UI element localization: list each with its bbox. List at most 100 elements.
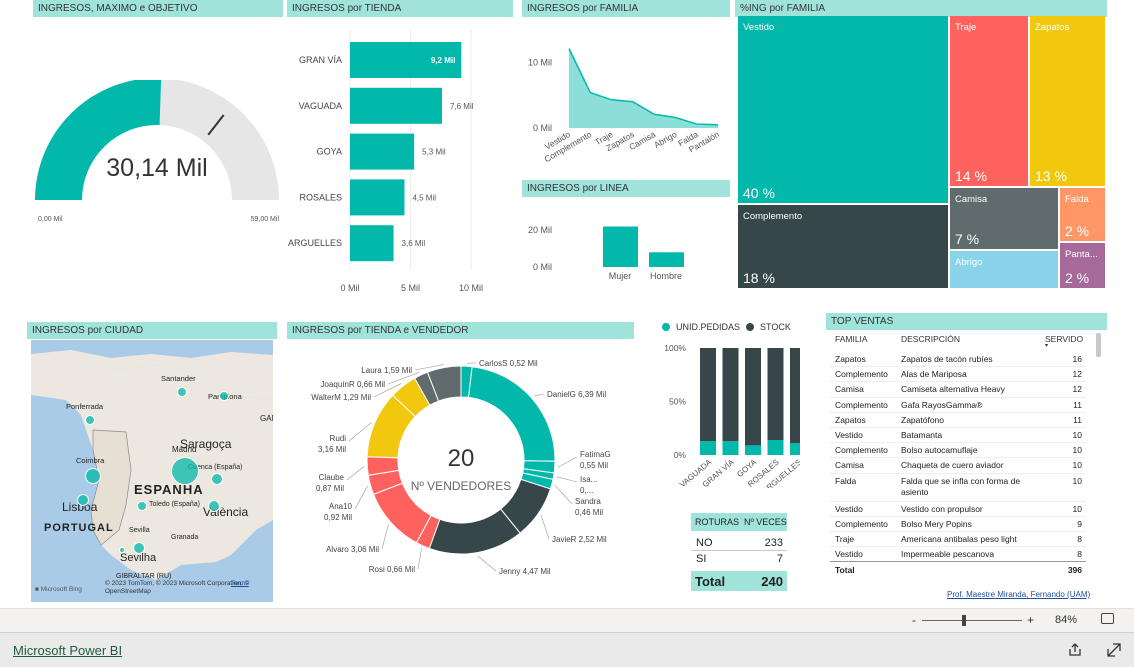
table-row[interactable]: Complemento Alas de Mariposa 12 (830, 367, 1086, 383)
table-cell: Complemento (835, 445, 888, 456)
treemap-tile[interactable]: Camisa 7 % (950, 188, 1058, 249)
donut-leader-line (417, 548, 422, 570)
table-row[interactable]: Falda Falda que se infla con forma de asi… (830, 474, 1086, 502)
stacked-column-chart[interactable]: 0%50%100%VAGUADAGRAN VÍA GOYAROSALESARGUE… (660, 338, 800, 488)
table-row[interactable]: Vestido Vestido con propulsor 10 (830, 502, 1086, 517)
bar (603, 226, 638, 267)
map-bubble[interactable] (85, 415, 95, 425)
table-cell: 10 (1072, 475, 1082, 486)
col-familia[interactable]: FAMILIA (835, 334, 868, 344)
treemap-tile[interactable]: Abrigo (950, 251, 1058, 288)
familia-area-chart[interactable]: 10 Mil0 MilVestidoComplemento TrajeZapato… (522, 22, 732, 177)
map-bubble[interactable] (133, 542, 145, 554)
treemap-tile[interactable]: Vestido 40 % (738, 16, 948, 203)
roturas-row: NO 233 (691, 537, 787, 551)
x-tick-label: 10 Mil (459, 283, 483, 293)
table-cell: 8 (1077, 534, 1082, 544)
map-bubble[interactable] (137, 501, 147, 511)
category-label: ROSALES (299, 192, 342, 202)
table-row[interactable]: Vestido Batamanta 10 (830, 428, 1086, 444)
donut-chart[interactable]: CarlosS 0,52 Mil DanielG 6,39 Mil FatimaG 0… (287, 340, 637, 590)
y-tick-label: 0 Mil (533, 123, 552, 133)
fit-page-icon[interactable] (1101, 613, 1114, 624)
roturas-total-label: Total (695, 574, 726, 589)
treemap-tile[interactable]: Traje 14 % (950, 16, 1028, 186)
zoom-out-button[interactable]: - (912, 613, 916, 627)
treemap-chart[interactable]: Vestido 40 % Complemento 18 % Traje 14 % Zapat… (738, 16, 1105, 288)
map-city-label: PORTUGAL (44, 522, 114, 534)
credit-link[interactable]: Prof. Maestre Miranda, Fernando (UAM) (947, 590, 1090, 599)
familia-title: INGRESOS por FAMILIA (522, 0, 730, 17)
table-scrollbar[interactable] (1096, 333, 1101, 357)
powerbi-link[interactable]: Microsoft Power BI (13, 643, 122, 658)
roturas-col-veces[interactable]: Nº VECES (744, 517, 787, 527)
tienda-bar-chart[interactable]: 0 Mil 5 Mil 10 Mil GRAN VÍA 9,2 Mil VAGUADA 7,… (287, 25, 517, 300)
category-label: GRAN VÍA (299, 55, 342, 65)
table-row[interactable]: Camisa Camiseta alternativa Heavy 12 (830, 382, 1086, 398)
table-cell: 10 (1072, 503, 1082, 514)
ciudad-map[interactable]: SantanderPamplonaPonferradaSaragoçaMadri… (31, 340, 273, 602)
table-row[interactable]: Camisa Chaqueta de cuero aviador 10 (830, 458, 1086, 474)
treemap-tile[interactable]: Falda 2 % (1060, 188, 1105, 241)
treemap-tile-pct: 13 % (1035, 168, 1067, 184)
table-cell: Camiseta alternativa Heavy (901, 384, 1005, 395)
share-icon[interactable] (1067, 642, 1083, 658)
table-cell: Camisa (835, 460, 864, 471)
map-bubble[interactable] (85, 468, 101, 484)
table-row[interactable]: Traje Americana antibalas peso light 8 (830, 532, 1086, 548)
bar-pedidas (745, 445, 761, 455)
bar-stock (767, 348, 784, 441)
treemap-tile[interactable]: Complemento 18 % (738, 205, 948, 288)
x-tick-label: 0 Mil (340, 283, 359, 293)
table-cell: Vestido con propulsor (901, 503, 983, 514)
table-row[interactable]: Complemento Bolso Mery Popins 9 (830, 517, 1086, 532)
table-row[interactable]: Complemento Bolso autocamuflaje 10 (830, 443, 1086, 459)
table-row[interactable]: Zapatos Zapatófono 11 (830, 413, 1086, 428)
table-cell: Zapatos de tacón rubíes (901, 354, 993, 364)
roturas-table[interactable]: ROTURAS Nº VECES NO 233 SI 7 Total 240 (691, 513, 787, 591)
zoom-slider-thumb[interactable] (962, 615, 966, 626)
table-cell: Complemento (835, 399, 888, 410)
roturas-col-roturas[interactable]: ROTURAS (695, 517, 739, 527)
map-bubble[interactable] (211, 473, 223, 485)
treemap-tile[interactable]: Zapatos 13 % (1030, 16, 1105, 186)
table-cell: Zapatófono (901, 414, 945, 425)
zoom-slider[interactable] (922, 620, 1022, 621)
table-cell: Vestido (835, 503, 863, 514)
gauge-chart[interactable]: 30,14 Mil 0,00 Mil 59,00 Mil (30, 80, 285, 230)
table-cell: Batamanta (901, 430, 943, 440)
zoom-in-button[interactable]: + (1027, 613, 1034, 627)
table-row[interactable]: Complemento Gafa RayosGamma® 11 (830, 398, 1086, 413)
map-bubble[interactable] (119, 547, 125, 553)
total-value: 396 (1067, 565, 1082, 575)
map-bubble[interactable] (219, 391, 229, 401)
map-bubble[interactable] (77, 494, 89, 506)
donut-title: INGRESOS por TIENDA e VENDEDOR (287, 322, 634, 339)
donut-label: FatimaG (580, 450, 611, 459)
donut-label: 0,92 Mil (324, 513, 352, 522)
col-descripcion[interactable]: DESCRIPCIÓN (901, 334, 960, 344)
col-servido[interactable]: SERVIDO (1045, 334, 1083, 344)
table-cell: Traje (835, 534, 855, 544)
category-label: ARGUELLES (288, 238, 342, 248)
ciudad-title: INGRESOS por CIUDAD (27, 322, 277, 339)
map-bubble[interactable] (208, 500, 220, 512)
map-city-label: Sevilla (129, 527, 150, 534)
table-cell: Complemento (835, 518, 888, 529)
map-bubble[interactable] (177, 387, 187, 397)
map-bubble[interactable] (171, 457, 199, 485)
bar-stock (790, 348, 800, 444)
sort-desc-icon[interactable]: ▾ (1045, 342, 1048, 349)
table-cell: Bolso Mery Popins (901, 518, 972, 529)
roturas-cell: 7 (776, 553, 783, 565)
fullscreen-icon[interactable] (1106, 642, 1122, 658)
donut-label: Jenny 4,47 Mil (499, 567, 551, 576)
zoom-level: 84% (1055, 614, 1078, 626)
map-terms-link[interactable]: Terms (231, 580, 249, 587)
table-cell: 11 (1073, 399, 1082, 410)
donut-label: Rosi 0,66 Mil (369, 565, 415, 574)
table-row[interactable]: Zapatos Zapatos de tacón rubíes 16 (830, 352, 1086, 368)
linea-bar-chart[interactable]: 20 Mil 0 Mil Mujer Hombre (522, 200, 732, 290)
top-ventas-table[interactable]: FAMILIA DESCRIPCIÓN SERVIDO ▾ Zapatos Zap… (830, 331, 1106, 579)
treemap-tile[interactable]: Panta... 2 % (1060, 243, 1105, 288)
